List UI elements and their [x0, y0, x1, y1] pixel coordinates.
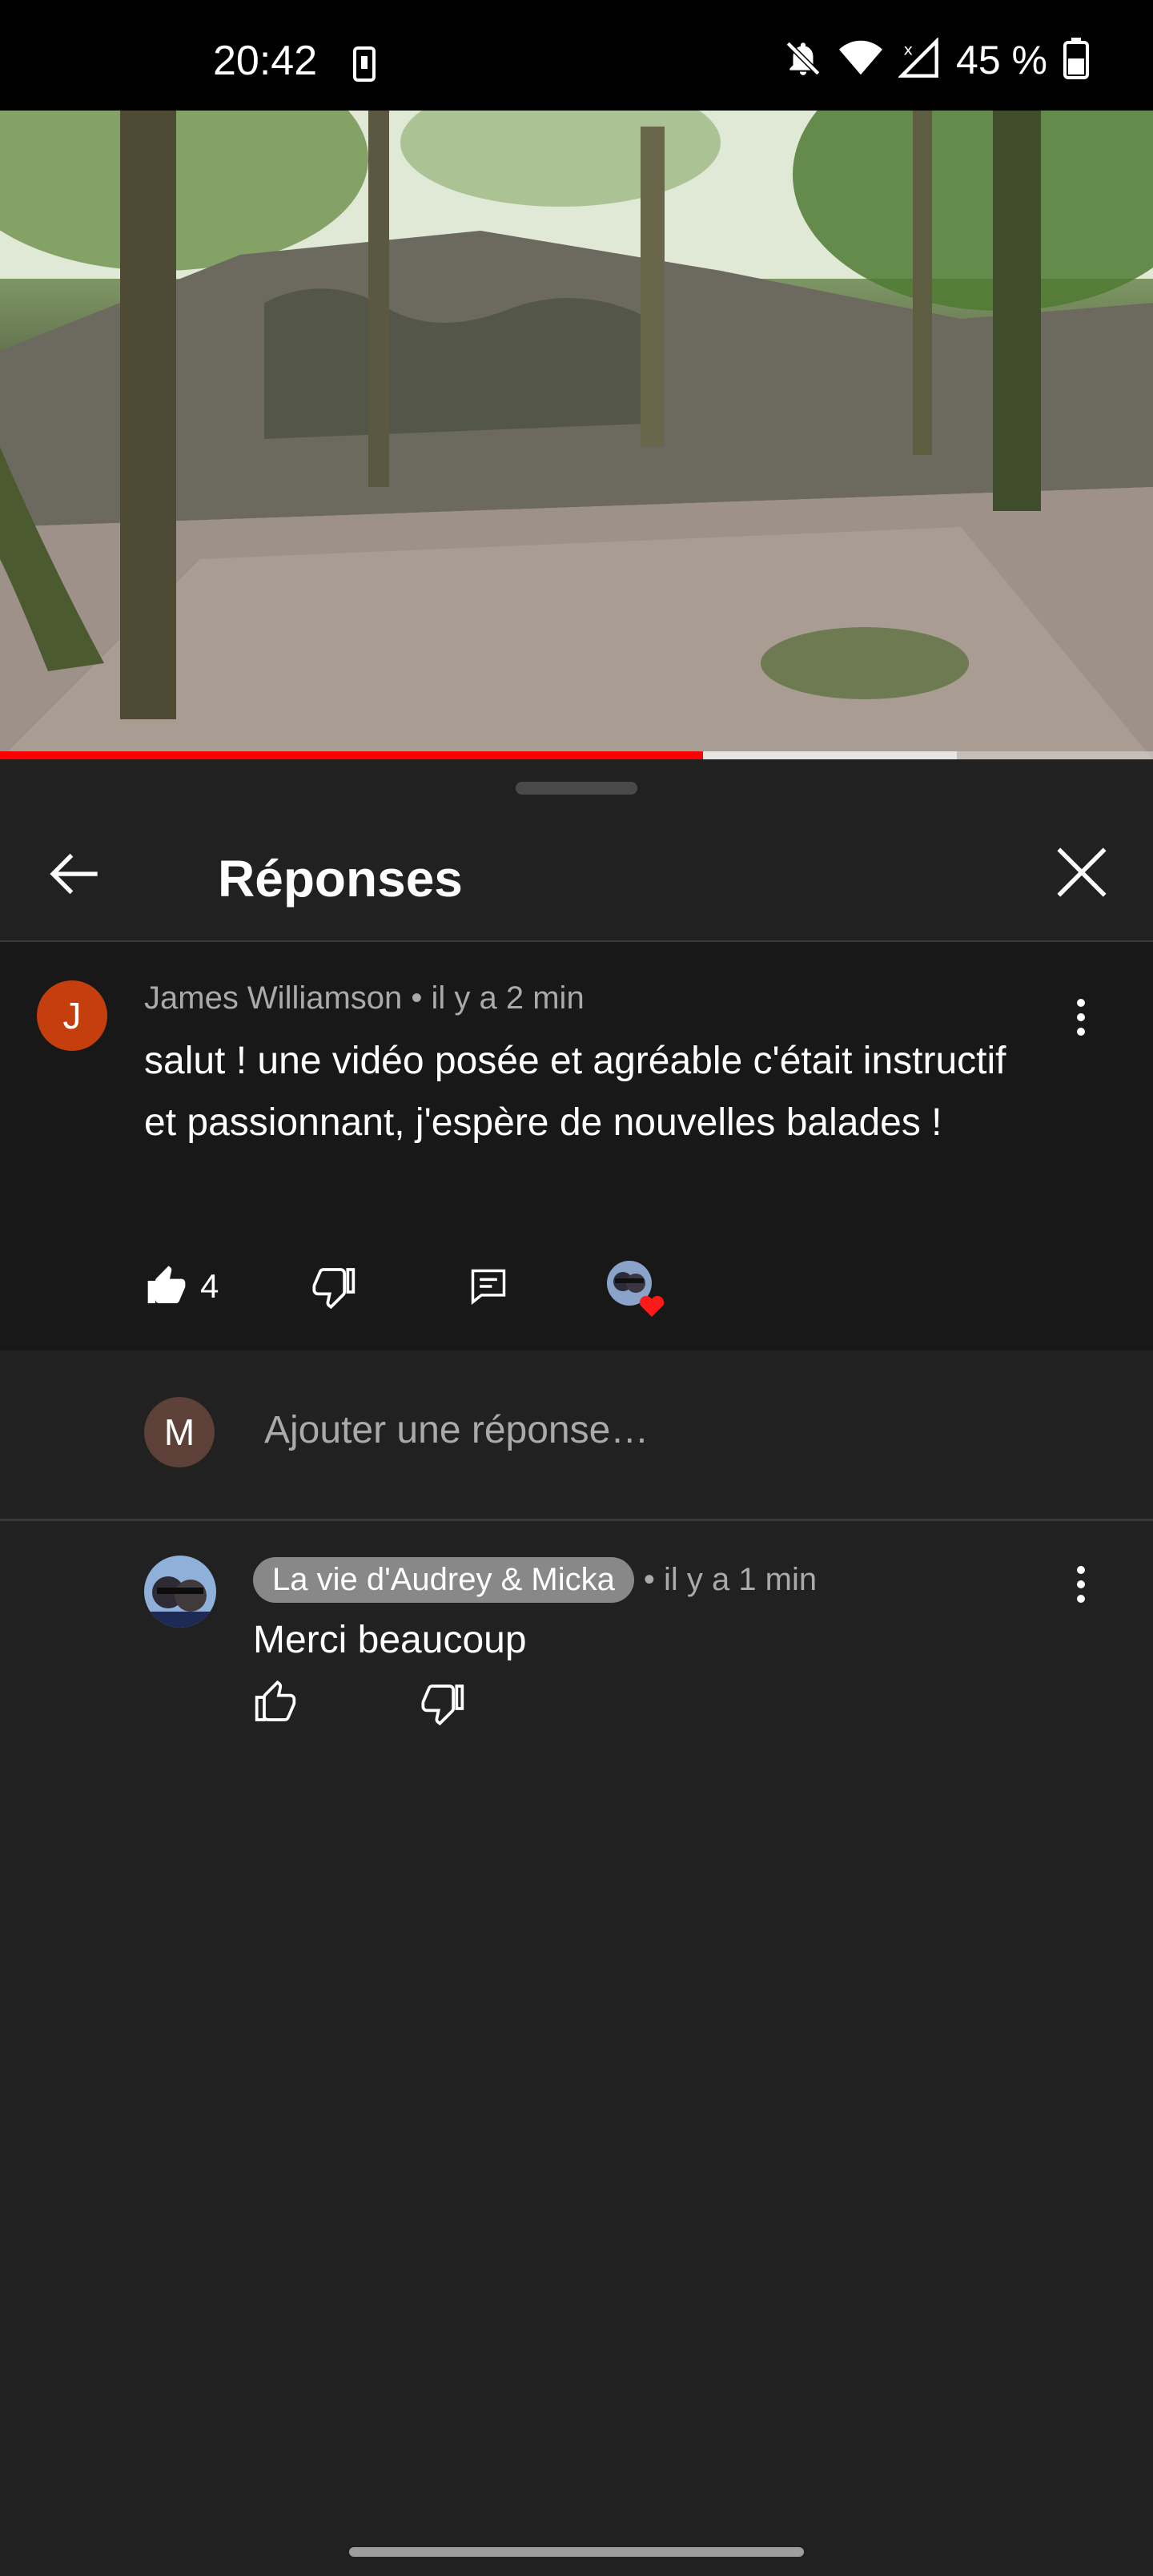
- dislike-button[interactable]: [312, 1254, 357, 1318]
- author-badge[interactable]: La vie d'Audrey & Micka: [253, 1557, 634, 1603]
- svg-text:x: x: [904, 40, 914, 58]
- reply-comment: La vie d'Audrey & Micka • il y a 1 min M…: [0, 1520, 1153, 1809]
- drag-handle[interactable]: [516, 782, 637, 795]
- cell-signal-icon: x: [898, 36, 940, 83]
- status-icons: x 45 %: [783, 36, 1089, 83]
- reply-text: Merci beaucoup: [253, 1619, 527, 1661]
- reply-input-row: M Ajouter une réponse…: [0, 1352, 1153, 1519]
- reply-button[interactable]: [468, 1254, 509, 1318]
- video-progress-bar[interactable]: [0, 751, 1153, 759]
- video-player[interactable]: [0, 111, 1153, 759]
- reply-icon: [471, 1269, 506, 1306]
- comment-text: salut ! une vidéo posée et agréable c'ét…: [144, 1040, 1006, 1144]
- more-vert-icon: [1077, 999, 1085, 1007]
- like-button[interactable]: [253, 1671, 298, 1735]
- phone-screen-icon: [352, 46, 376, 82]
- like-icon: [255, 1680, 296, 1721]
- status-time: 20:42: [213, 38, 318, 84]
- comment-meta: James Williamson • il y a 2 min: [144, 980, 585, 1016]
- reply-meta: La vie d'Audrey & Micka • il y a 1 min: [253, 1557, 817, 1603]
- like-icon: [147, 1266, 186, 1303]
- user-avatar: M: [144, 1397, 215, 1467]
- reply-actions: [253, 1671, 733, 1743]
- close-button[interactable]: [1047, 838, 1116, 907]
- parent-comment: J James Williamson • il y a 2 min salut …: [0, 942, 1153, 1350]
- like-count: 4: [200, 1267, 219, 1305]
- creator-heart-badge[interactable]: [605, 1259, 669, 1323]
- avatar[interactable]: J: [37, 980, 107, 1051]
- more-options-button[interactable]: [1057, 985, 1105, 1049]
- like-button[interactable]: 4: [144, 1254, 219, 1318]
- close-icon: [1057, 847, 1107, 897]
- battery-icon: [1063, 37, 1089, 83]
- reply-time: • il y a 1 min: [643, 1562, 818, 1597]
- video-progress-fill: [0, 751, 704, 759]
- video-frame: [0, 111, 1153, 759]
- bell-off-icon: [783, 38, 823, 83]
- arrow-left-icon: [50, 853, 98, 895]
- battery-percent: 45 %: [956, 38, 1047, 83]
- dislike-button[interactable]: [421, 1671, 466, 1735]
- back-button[interactable]: [40, 839, 109, 908]
- more-vert-icon: [1077, 1566, 1085, 1574]
- dislike-icon: [421, 1684, 464, 1725]
- page-title: Réponses: [218, 850, 463, 908]
- home-indicator[interactable]: [349, 2547, 804, 2557]
- reply-input[interactable]: Ajouter une réponse…: [264, 1408, 649, 1452]
- more-options-button[interactable]: [1057, 1552, 1105, 1616]
- dislike-icon: [312, 1268, 356, 1309]
- status-bar: 20:42 x 45 %: [0, 0, 1153, 111]
- wifi-icon: [839, 40, 883, 81]
- avatar[interactable]: [144, 1556, 216, 1628]
- replies-sheet: Réponses J James Williamson • il y a 2 m…: [0, 759, 1153, 2576]
- creator-heart-icon: [607, 1261, 665, 1317]
- channel-avatar-image: [144, 1556, 216, 1628]
- sheet-header: Réponses: [0, 807, 1153, 940]
- comment-actions: 4: [144, 1254, 945, 1318]
